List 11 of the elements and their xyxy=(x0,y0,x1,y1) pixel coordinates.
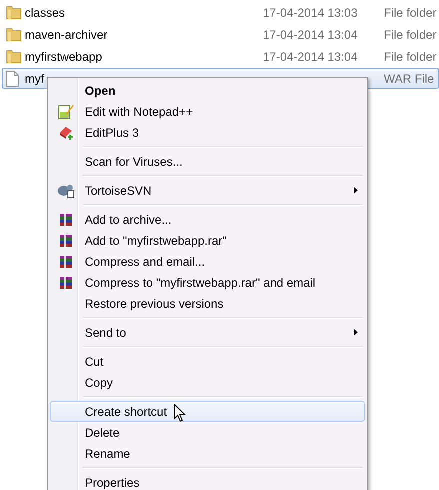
file-date: 17-04-2014 13:04 xyxy=(263,28,359,42)
file-name: myf xyxy=(25,72,46,86)
file-date: 17-04-2014 13:03 xyxy=(263,6,359,20)
file-type: WAR File xyxy=(384,72,436,86)
file-date: 17-04-2014 13:04 xyxy=(263,50,359,64)
file-type: File folder xyxy=(384,28,438,42)
file-name: maven-archiver xyxy=(25,28,109,42)
file-type: File folder xyxy=(384,6,438,20)
file-type: File folder xyxy=(384,50,438,64)
file-name: classes xyxy=(25,6,66,20)
file-name: myfirstwebapp xyxy=(25,50,104,64)
